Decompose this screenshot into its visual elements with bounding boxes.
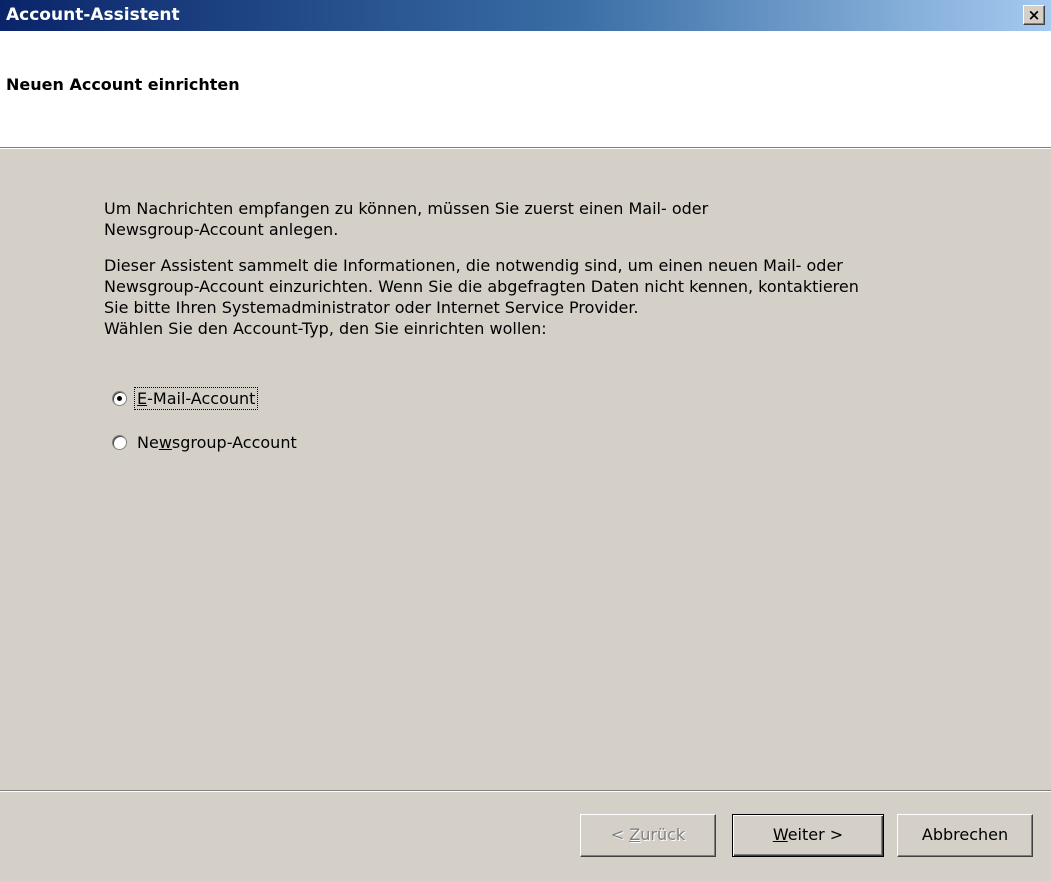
intro-text: Um Nachrichten empfangen zu können, müss… xyxy=(104,199,709,239)
intro-paragraph: Um Nachrichten empfangen zu können, müss… xyxy=(104,177,1004,240)
next-mnemonic: W xyxy=(772,825,788,844)
newsgroup-label-rest: sgroup-Account xyxy=(171,432,297,452)
newsgroup-account-label[interactable]: Newsgroup-Account xyxy=(135,432,299,453)
email-label-rest: -Mail-Account xyxy=(147,388,256,408)
email-account-radio[interactable] xyxy=(112,390,127,406)
wizard-header: Neuen Account einrichten xyxy=(0,31,1051,147)
newsgroup-label-pre: Ne xyxy=(137,432,159,452)
newsgroup-account-radio[interactable] xyxy=(112,434,127,450)
close-button[interactable]: × xyxy=(1023,5,1045,25)
email-account-label[interactable]: E-Mail-Account xyxy=(133,386,259,410)
back-mnemonic: Z xyxy=(629,825,641,844)
prompt-paragraph: Wählen Sie den Account-Typ, den Sie einr… xyxy=(104,318,1004,339)
window-title: Account-Assistent xyxy=(6,5,180,25)
title-bar[interactable]: Account-Assistent × xyxy=(0,0,1051,31)
cancel-label: Abbrechen xyxy=(921,825,1009,844)
info-text: Dieser Assistent sammelt die Information… xyxy=(104,256,859,317)
account-wizard-dialog: Account-Assistent × Neuen Account einric… xyxy=(0,0,1051,881)
next-button[interactable]: Weiter > xyxy=(732,814,884,857)
newsgroup-account-option[interactable]: Newsgroup-Account xyxy=(112,430,299,454)
page-heading: Neuen Account einrichten xyxy=(6,75,240,94)
prompt-text: Wählen Sie den Account-Typ, den Sie einr… xyxy=(104,319,547,338)
newsgroup-mnemonic: w xyxy=(158,432,172,452)
close-icon: × xyxy=(1027,6,1041,24)
cancel-button[interactable]: Abbrechen xyxy=(897,814,1033,857)
info-paragraph: Dieser Assistent sammelt die Information… xyxy=(104,234,1004,318)
header-divider xyxy=(0,147,1051,149)
next-rest: eiter > xyxy=(787,825,844,844)
back-button[interactable]: < Zurück xyxy=(580,814,716,857)
back-pre: < xyxy=(610,825,630,844)
footer-divider xyxy=(0,790,1051,792)
radio-selected-dot xyxy=(117,395,122,401)
email-mnemonic: E xyxy=(137,388,148,408)
back-rest: urück xyxy=(640,825,686,844)
email-account-option[interactable]: E-Mail-Account xyxy=(112,386,259,410)
